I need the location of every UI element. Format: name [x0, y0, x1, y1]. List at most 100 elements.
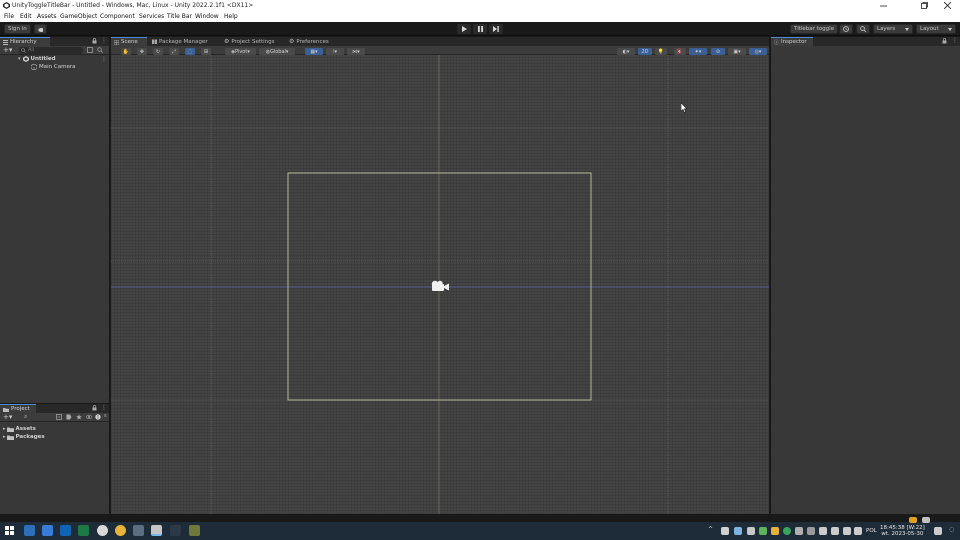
search-options-icon[interactable] — [97, 47, 103, 55]
taskbar-outlook-icon[interactable] — [60, 525, 71, 536]
package-visibility-icon[interactable]: ! — [95, 414, 101, 422]
step-button[interactable] — [489, 24, 503, 34]
battery-icon[interactable] — [819, 527, 827, 535]
filter-by-label-icon[interactable] — [66, 414, 72, 422]
global-dropdown[interactable]: ◍ Global ▾ — [259, 48, 295, 55]
tray-app-icon[interactable] — [771, 527, 779, 535]
lighting-toggle[interactable]: 💡 — [655, 48, 667, 55]
filter-icon[interactable] — [87, 47, 93, 55]
more-options-icon[interactable]: ⋮ — [101, 404, 107, 411]
scene-more-icon[interactable]: ⋮ — [101, 56, 107, 63]
layout-dropdown[interactable]: Layout — [916, 24, 956, 34]
slider-icon[interactable]: s — [104, 413, 107, 419]
notifications-icon[interactable] — [934, 527, 942, 535]
hidden-objects-toggle[interactable]: ⊘ — [711, 48, 725, 55]
tab-project[interactable]: Project — [0, 404, 36, 413]
tray-app-icon[interactable] — [734, 527, 742, 535]
rect-tool-button[interactable]: ⬚ — [185, 48, 195, 55]
lock-icon[interactable] — [92, 38, 97, 46]
network-icon[interactable] — [831, 527, 839, 535]
tab-inspector[interactable]: ⓘ Inspector — [771, 37, 813, 46]
show-hidden-icons-chevron-icon[interactable]: ^ — [708, 526, 713, 533]
menu-title-bar[interactable]: Title Bar — [167, 13, 192, 20]
effects-dropdown[interactable]: ✦▾ — [689, 48, 707, 55]
scene-root-item[interactable]: ▾ Untitled — [18, 56, 56, 62]
add-icon[interactable]: +▾ — [3, 413, 12, 421]
titlebar-toggle-button[interactable]: Titlebar toggle — [790, 24, 839, 34]
scene-camera-dropdown[interactable]: ▣▾ — [728, 48, 746, 55]
increment-snap-button[interactable]: ⁞▾ — [326, 48, 344, 55]
filter-by-type-icon[interactable] — [56, 414, 62, 422]
tab-hierarchy[interactable]: Hierarchy — [0, 37, 50, 46]
history-button[interactable] — [839, 24, 853, 34]
close-button[interactable] — [936, 0, 958, 11]
taskbar-terminal-icon[interactable] — [170, 525, 181, 536]
play-button[interactable] — [457, 24, 471, 34]
audio-toggle[interactable]: 🔇 — [674, 48, 686, 55]
tab-preferences[interactable]: ⚙ Preferences — [286, 37, 332, 46]
hand-tool-button[interactable]: ✋ — [121, 48, 131, 55]
input-language[interactable]: POL — [866, 528, 877, 534]
volume-icon[interactable] — [843, 527, 851, 535]
menu-gameobject[interactable]: GameObject — [60, 13, 97, 20]
taskbar-excel-icon[interactable] — [78, 525, 89, 536]
menu-file[interactable]: File — [4, 13, 14, 20]
tray-app-icon[interactable] — [759, 527, 767, 535]
menu-help[interactable]: Help — [224, 13, 238, 20]
transform-tool-button[interactable]: ⊞ — [201, 48, 211, 55]
favorite-icon[interactable] — [76, 414, 82, 422]
lock-icon[interactable] — [92, 405, 97, 413]
grid-snapping-button[interactable]: ▦▾ — [305, 48, 323, 55]
tab-scene[interactable]: Scene — [111, 37, 147, 46]
menu-assets[interactable]: Assets — [37, 13, 57, 20]
pivot-dropdown[interactable]: ◈ Pivot ▾ — [225, 48, 256, 55]
expand-arrow-icon[interactable]: ▸ — [3, 426, 6, 432]
add-icon[interactable]: +▾ — [3, 46, 12, 54]
minimize-button[interactable] — [872, 0, 894, 11]
search-button[interactable] — [856, 24, 870, 34]
menu-window[interactable]: Window — [195, 13, 219, 20]
move-tool-button[interactable]: ✥ — [137, 48, 147, 55]
tray-app-icon[interactable] — [721, 527, 729, 535]
taskbar-file-explorer-icon[interactable] — [133, 525, 144, 536]
menu-edit[interactable]: Edit — [20, 13, 32, 20]
scale-tool-button[interactable]: ⤢ — [169, 48, 179, 55]
menu-component[interactable]: Component — [100, 13, 135, 20]
menu-services[interactable]: Services — [139, 13, 164, 20]
folder-packages[interactable]: ▸ Packages — [3, 434, 45, 440]
taskbar-app-icon[interactable] — [189, 525, 200, 536]
2d-mode-button[interactable]: 2D — [638, 48, 652, 55]
tray-app-icon[interactable] — [795, 527, 803, 535]
folder-assets[interactable]: ▸ Assets — [3, 426, 36, 432]
tray-app-icon[interactable] — [807, 527, 815, 535]
notification-center-icon[interactable]: ◌ — [949, 526, 954, 533]
taskbar-unity-hub-icon[interactable] — [97, 525, 108, 536]
hierarchy-search-field[interactable]: All — [19, 47, 83, 54]
lock-icon[interactable] — [942, 38, 947, 46]
tray-app-icon[interactable] — [783, 527, 791, 535]
pause-button[interactable] — [473, 24, 487, 34]
visibility-icon[interactable] — [85, 414, 93, 422]
taskbar-edge-icon[interactable] — [42, 525, 53, 536]
restore-button[interactable] — [913, 0, 935, 11]
search-icon[interactable]: ⌕ — [24, 413, 27, 421]
cloud-button[interactable] — [34, 24, 47, 34]
list-item[interactable]: Main Camera — [31, 64, 75, 70]
taskbar-clock[interactable]: 18:45:38 [W:22] wt. 2023-05-30 — [880, 525, 925, 537]
tray-app-icon[interactable] — [747, 527, 755, 535]
scene-viewport[interactable] — [111, 55, 769, 514]
tab-project-settings[interactable]: ⚙ Project Settings — [221, 37, 278, 46]
taskbar-chrome-icon[interactable] — [115, 525, 126, 536]
camera-gizmo-icon[interactable] — [430, 279, 450, 293]
draw-mode-dropdown[interactable]: ◐▾ — [617, 48, 635, 55]
speaker-icon[interactable] — [854, 527, 862, 535]
snap-settings-button[interactable]: ⋈▾ — [347, 48, 365, 55]
start-button[interactable] — [4, 525, 15, 536]
taskbar-unity-editor-icon[interactable] — [151, 525, 162, 536]
layers-dropdown[interactable]: Layers — [873, 24, 913, 34]
taskbar-calculator-icon[interactable] — [24, 525, 35, 536]
tab-package-manager[interactable]: Package Manager — [149, 37, 211, 46]
gizmos-dropdown[interactable]: ◎▾ — [749, 48, 767, 55]
more-options-icon[interactable]: ⋮ — [101, 37, 107, 44]
rotate-tool-button[interactable]: ↻ — [153, 48, 163, 55]
